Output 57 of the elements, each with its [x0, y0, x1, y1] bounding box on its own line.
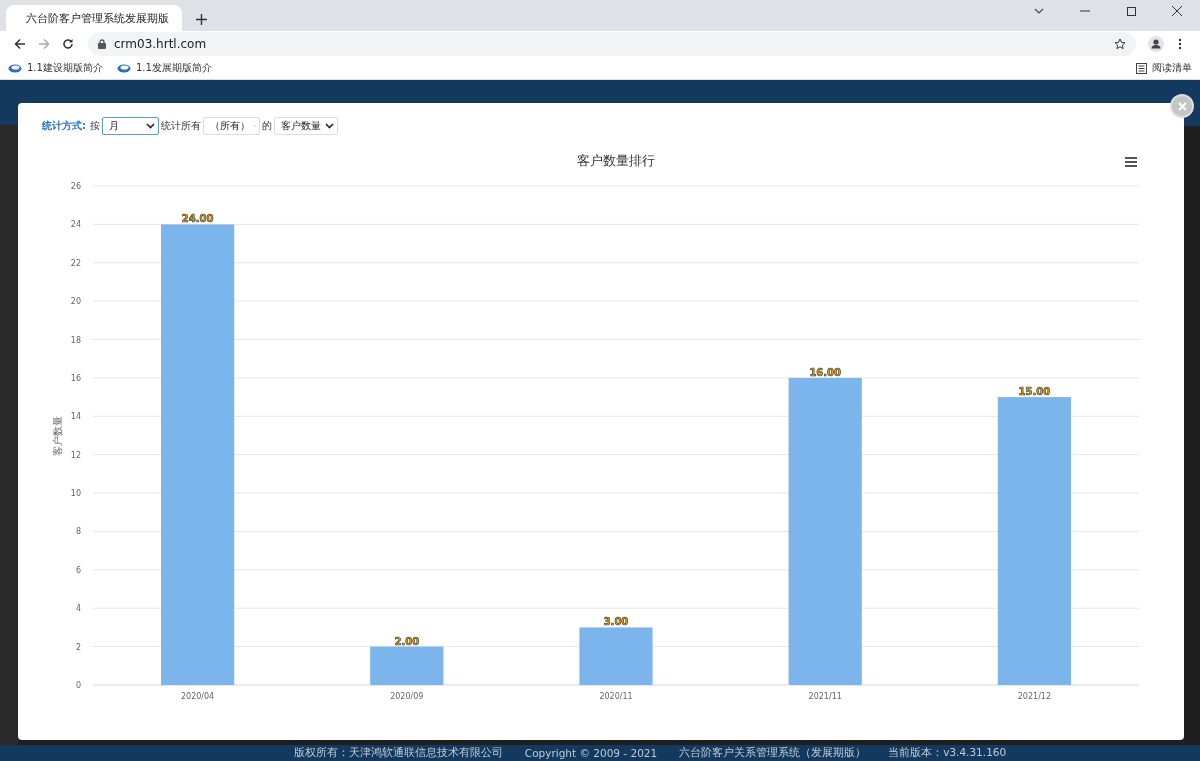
value-label: 15.00 — [1018, 386, 1051, 398]
axis-tick-label: 0 — [75, 681, 81, 690]
filter-text: 的 — [262, 119, 272, 133]
cloud-logo-icon — [8, 63, 22, 73]
axis-tick-label: 8 — [75, 527, 81, 537]
filter-text: 统计所有 — [161, 119, 201, 133]
value-label: 3.00 — [603, 616, 629, 628]
footer-text: 当前版本：v3.4.31.160 — [888, 746, 1007, 760]
filter-text: 按 — [90, 119, 100, 133]
footer-text: Copyright © 2009 - 2021 — [524, 747, 658, 759]
plus-icon[interactable] — [196, 14, 207, 25]
axis-tick-label: 12 — [70, 450, 81, 460]
close-icon[interactable] — [1172, 6, 1182, 16]
axis-tick-label: 26 — [70, 182, 81, 191]
address-bar[interactable]: crm03.hrtl.com — [88, 32, 1136, 56]
axis-tick-label: 10 — [70, 489, 81, 499]
filter-label: 统计方式: — [42, 119, 86, 133]
list-icon — [1136, 62, 1147, 74]
scope-select[interactable]: （所有） — [203, 117, 260, 135]
axis-tick-label: 2020/09 — [390, 692, 424, 701]
axis-tick-label: 6 — [75, 565, 81, 575]
value-label: 2.00 — [394, 635, 420, 647]
more-icon[interactable] — [1178, 38, 1182, 50]
axis-title: 客户数量 — [52, 415, 63, 456]
close-icon — [1177, 101, 1187, 111]
lock-icon — [98, 39, 106, 49]
axis-tick-label: 2020/04 — [181, 692, 215, 701]
axis-tick-label: 14 — [70, 412, 81, 422]
reload-icon[interactable] — [62, 38, 74, 50]
chevron-down-icon[interactable] — [1034, 8, 1044, 14]
star-icon[interactable] — [1114, 38, 1126, 50]
axis-tick-label: 2021/11 — [808, 692, 842, 701]
footer-text: 六台阶客户关系管理系统（发展期版） — [679, 746, 867, 760]
value-label: 24.00 — [181, 213, 214, 225]
menu-icon[interactable] — [1125, 157, 1137, 167]
axis-tick-label: 18 — [70, 335, 81, 345]
axis-tick-label: 2020/11 — [599, 692, 633, 701]
axis-tick-label: 20 — [70, 297, 81, 307]
chart-title: 客户数量排行 — [577, 153, 655, 168]
reading-list-button[interactable]: 阅读清单 — [1136, 61, 1192, 75]
axis-tick-label: 22 — [70, 258, 81, 268]
axis-tick-label: 2 — [75, 642, 81, 652]
browser-tab[interactable]: 六台阶客户管理系统发展期版 — [6, 5, 182, 31]
axis-tick-label: 16 — [70, 373, 81, 383]
period-select[interactable]: 月 — [102, 117, 159, 135]
bookmark[interactable]: 1.1发展期版简介 — [116, 61, 212, 75]
bookmark[interactable]: 1.1建设期版简介 — [8, 61, 103, 75]
back-arrow-icon[interactable] — [14, 38, 26, 50]
profile-icon[interactable] — [1148, 36, 1164, 52]
value-label: 16.00 — [809, 366, 841, 378]
footer-text: 版权所有：天津鸿软通联信息技术有限公司 — [293, 746, 503, 760]
axis-tick-label: 2021/12 — [1017, 692, 1051, 701]
axis-tick-label: 4 — [75, 604, 81, 614]
cloud-logo-icon — [116, 63, 131, 73]
maximize-icon[interactable] — [1126, 6, 1136, 16]
axis-tick-label: 24 — [70, 220, 81, 230]
metric-select[interactable]: 客户数量 — [274, 117, 338, 135]
